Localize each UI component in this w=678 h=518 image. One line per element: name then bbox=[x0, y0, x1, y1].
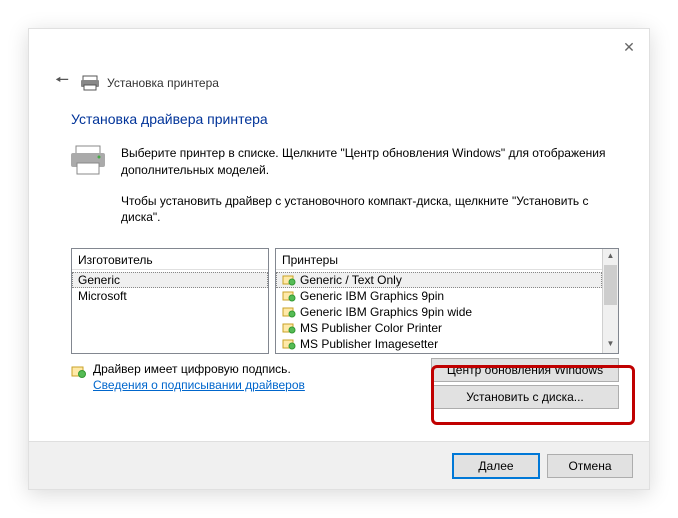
page-heading: Установка драйвера принтера bbox=[71, 111, 619, 127]
signature-status: Драйвер имеет цифровую подпись. bbox=[93, 362, 305, 376]
manufacturer-listbox[interactable]: Изготовитель Generic Microsoft bbox=[71, 248, 269, 354]
signed-icon bbox=[71, 364, 85, 378]
next-button[interactable]: Далее bbox=[453, 454, 539, 478]
scroll-down-icon[interactable]: ▼ bbox=[603, 337, 618, 353]
printer-item[interactable]: Generic IBM Graphics 9pin bbox=[276, 288, 602, 304]
printers-listbox[interactable]: Принтеры Generic / Text Only Generic IBM… bbox=[275, 248, 619, 354]
manufacturer-item[interactable]: Generic bbox=[72, 272, 268, 288]
description-line2: Чтобы установить драйвер с установочного… bbox=[121, 193, 619, 227]
footer: Далее Отмена bbox=[29, 441, 649, 489]
signed-icon bbox=[282, 273, 296, 287]
signed-icon bbox=[282, 289, 296, 303]
cancel-button[interactable]: Отмена bbox=[547, 454, 633, 478]
signature-row: Драйвер имеет цифровую подпись. Сведения… bbox=[71, 362, 619, 392]
printer-item[interactable]: MS Publisher Imagesetter bbox=[276, 336, 602, 352]
close-icon[interactable]: ✕ bbox=[617, 35, 641, 59]
titlebar: 🠔 Установка принтера bbox=[51, 69, 219, 96]
side-buttons: Центр обновления Windows Установить с ди… bbox=[431, 358, 619, 409]
scroll-thumb[interactable] bbox=[604, 265, 617, 305]
back-arrow-icon[interactable]: 🠔 bbox=[51, 69, 73, 96]
signed-icon bbox=[282, 337, 296, 351]
printer-item[interactable]: Generic IBM Graphics 9pin wide bbox=[276, 304, 602, 320]
list-area: Изготовитель Generic Microsoft Принтеры … bbox=[71, 248, 619, 354]
content-area: Установка драйвера принтера Выберите при… bbox=[71, 111, 619, 392]
description-text: Выберите принтер в списке. Щелкните "Цен… bbox=[121, 145, 619, 240]
description-line1: Выберите принтер в списке. Щелкните "Цен… bbox=[121, 145, 619, 179]
signature-info-link[interactable]: Сведения о подписывании драйверов bbox=[93, 378, 305, 392]
windows-update-button[interactable]: Центр обновления Windows bbox=[431, 358, 619, 382]
manufacturer-item[interactable]: Microsoft bbox=[72, 288, 268, 304]
have-disk-button[interactable]: Установить с диска... bbox=[431, 385, 619, 409]
signed-icon bbox=[282, 305, 296, 319]
scroll-up-icon[interactable]: ▲ bbox=[603, 249, 618, 265]
printer-icon bbox=[81, 75, 99, 91]
description-row: Выберите принтер в списке. Щелкните "Цен… bbox=[71, 145, 619, 240]
printers-header: Принтеры bbox=[276, 249, 618, 270]
manufacturer-header: Изготовитель bbox=[72, 249, 268, 270]
scrollbar[interactable]: ▲ ▼ bbox=[602, 249, 618, 353]
printer-large-icon bbox=[71, 145, 105, 240]
add-printer-dialog: ✕ 🠔 Установка принтера Установка драйвер… bbox=[28, 28, 650, 490]
printer-item[interactable]: MS Publisher Color Printer bbox=[276, 320, 602, 336]
dialog-title: Установка принтера bbox=[107, 76, 219, 90]
printer-item[interactable]: Generic / Text Only bbox=[276, 272, 602, 288]
signed-icon bbox=[282, 321, 296, 335]
